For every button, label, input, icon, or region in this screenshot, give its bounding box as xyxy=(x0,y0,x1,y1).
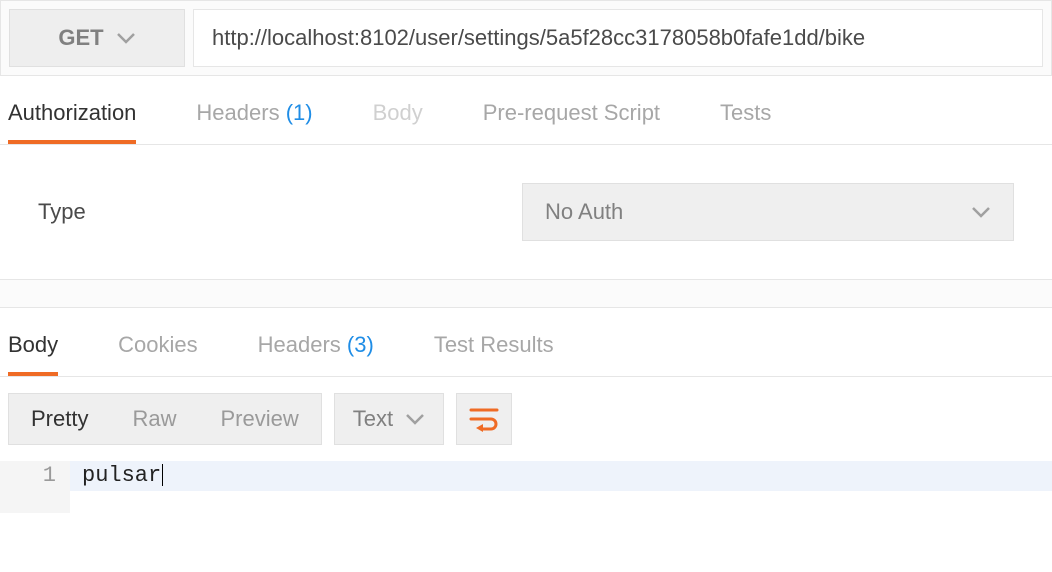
request-tabs: Authorization Headers (1) Body Pre-reque… xyxy=(0,76,1052,145)
view-mode-pretty[interactable]: Pretty xyxy=(9,394,110,444)
tab-body[interactable]: Body xyxy=(373,80,423,144)
tab-headers[interactable]: Headers (1) xyxy=(196,80,312,144)
tab-headers-label: Headers xyxy=(196,100,279,125)
tab-pre-request-script[interactable]: Pre-request Script xyxy=(483,80,660,144)
response-format-select[interactable]: Text xyxy=(334,393,444,445)
view-mode-group: Pretty Raw Preview xyxy=(8,393,322,445)
tab-headers-count: (1) xyxy=(286,100,313,125)
panel-divider xyxy=(0,280,1052,308)
chevron-down-icon xyxy=(116,31,136,45)
authorization-panel: Type No Auth xyxy=(0,145,1052,280)
tab-tests[interactable]: Tests xyxy=(720,80,771,144)
response-body-editor[interactable]: 1 pulsar xyxy=(0,461,1052,513)
tab-response-headers-count: (3) xyxy=(347,332,374,357)
tab-response-headers[interactable]: Headers (3) xyxy=(258,312,374,376)
line-number: 1 xyxy=(0,461,70,491)
chevron-down-icon xyxy=(971,205,991,219)
tab-response-body[interactable]: Body xyxy=(8,312,58,376)
view-mode-preview[interactable]: Preview xyxy=(198,394,320,444)
response-tabs: Body Cookies Headers (3) Test Results xyxy=(0,308,1052,377)
wrap-lines-button[interactable] xyxy=(456,393,512,445)
view-mode-raw[interactable]: Raw xyxy=(110,394,198,444)
tab-response-test-results[interactable]: Test Results xyxy=(434,312,554,376)
tab-response-cookies[interactable]: Cookies xyxy=(118,312,197,376)
code-line: 1 pulsar xyxy=(0,461,1052,491)
request-url-input[interactable] xyxy=(193,9,1043,67)
tab-response-headers-label: Headers xyxy=(258,332,341,357)
auth-type-label: Type xyxy=(38,199,522,225)
auth-type-select[interactable]: No Auth xyxy=(522,183,1014,241)
code-content[interactable]: pulsar xyxy=(70,461,1052,491)
http-method-select[interactable]: GET xyxy=(9,9,185,67)
wrap-lines-icon xyxy=(469,406,499,432)
http-method-label: GET xyxy=(58,25,103,51)
auth-type-selected: No Auth xyxy=(545,199,623,225)
gutter-empty xyxy=(0,491,70,513)
response-format-label: Text xyxy=(353,406,393,432)
chevron-down-icon xyxy=(405,412,425,426)
tab-authorization[interactable]: Authorization xyxy=(8,80,136,144)
response-toolbar: Pretty Raw Preview Text xyxy=(0,377,1052,461)
